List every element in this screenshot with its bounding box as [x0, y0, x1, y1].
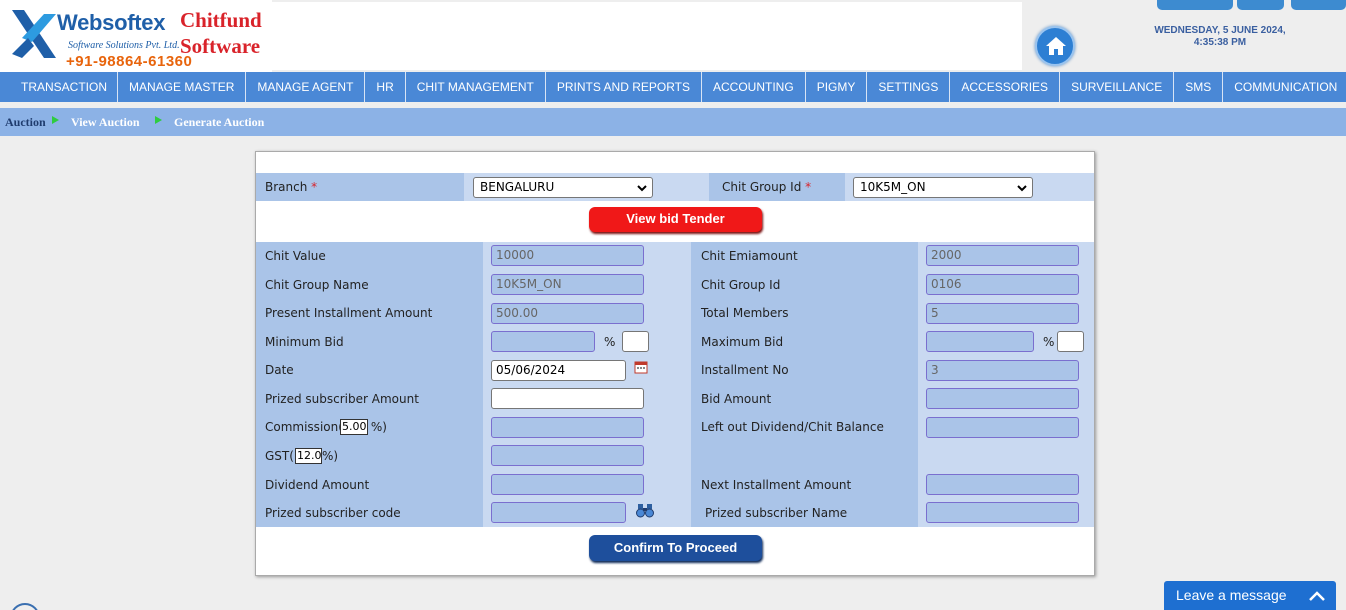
home-button[interactable] [1035, 26, 1075, 66]
view-bid-tender-button[interactable]: View bid Tender [589, 207, 762, 232]
nav-transaction[interactable]: TRANSACTION [0, 72, 119, 102]
nav-manage-agent[interactable]: MANAGE AGENT [246, 72, 366, 102]
bid-amount-field[interactable] [926, 388, 1079, 409]
top-tab-3[interactable] [1291, 0, 1346, 10]
chit-group-name-field[interactable]: 10K5M_ON [491, 274, 644, 295]
next-installment-label: Next Installment Amount [701, 478, 852, 492]
chit-value-field[interactable]: 10000 [491, 245, 644, 266]
chat-label: Leave a message [1176, 587, 1287, 603]
leave-message-chat-button[interactable]: Leave a message [1164, 581, 1336, 610]
branch-label: Branch * [265, 180, 318, 194]
prized-subscriber-amount-field[interactable] [491, 388, 644, 409]
logo-mark-icon [12, 10, 56, 58]
date-field[interactable]: 05/06/2024 [491, 360, 626, 381]
breadcrumb-arrow-icon [155, 116, 162, 124]
home-icon [1046, 37, 1066, 55]
binoculars-search-icon[interactable] [636, 502, 654, 518]
logo-phone: +91-98864-61360 [66, 53, 193, 70]
chit-group-id-label: Chit Group Id * [722, 180, 812, 194]
main-nav: TRANSACTION MANAGE MASTER MANAGE AGENT H… [0, 72, 1346, 102]
nav-accessories[interactable]: ACCESSORIES [950, 72, 1061, 102]
installment-no-field[interactable]: 3 [926, 360, 1079, 381]
brand-line-2: Software [180, 34, 261, 58]
present-installment-label: Present Installment Amount [265, 306, 433, 320]
commission-label: Commission(%) [265, 420, 387, 434]
top-tab-1[interactable] [1157, 0, 1233, 10]
breadcrumb: Auction View Auction Generate Auction [0, 108, 1346, 136]
chit-group-id-field[interactable]: 0106 [926, 274, 1079, 295]
chit-emiamount-label: Chit Emiamount [701, 249, 798, 263]
nav-chit-management[interactable]: CHIT MANAGEMENT [406, 72, 546, 102]
confirm-to-proceed-button[interactable]: Confirm To Proceed [589, 535, 762, 561]
date-label: Date [265, 363, 294, 377]
breadcrumb-auction[interactable]: Auction [5, 115, 46, 130]
total-members-field[interactable]: 5 [926, 303, 1079, 324]
left-out-dividend-field[interactable] [926, 417, 1079, 438]
header: Websoftex Software Solutions Pvt. Ltd. +… [0, 0, 1346, 72]
header-banner [272, 2, 1022, 70]
prized-subscriber-code-field[interactable] [491, 502, 626, 523]
chit-emiamount-field[interactable]: 2000 [926, 245, 1079, 266]
maximum-bid-percent-sign: % [1043, 335, 1055, 349]
nav-sms[interactable]: SMS [1174, 72, 1224, 102]
maximum-bid-label: Maximum Bid [701, 335, 784, 349]
dividend-amount-field[interactable] [491, 474, 644, 495]
left-out-dividend-label: Left out Dividend/Chit Balance [701, 420, 884, 434]
minimum-bid-field[interactable] [491, 331, 595, 352]
branch-select[interactable]: BENGALURU [473, 177, 653, 198]
commission-rate-input[interactable]: 5.00 [340, 419, 368, 435]
total-members-label: Total Members [701, 306, 789, 320]
maximum-bid-field[interactable] [926, 331, 1034, 352]
calendar-icon[interactable] [634, 360, 648, 374]
nav-hr[interactable]: HR [365, 72, 406, 102]
corner-widget[interactable] [10, 603, 40, 610]
nav-accounting[interactable]: ACCOUNTING [702, 72, 806, 102]
top-tab-2[interactable] [1237, 0, 1284, 10]
minimum-bid-percent-input[interactable] [622, 331, 649, 352]
nav-communication[interactable]: COMMUNICATION [1223, 72, 1346, 102]
maximum-bid-percent-input[interactable] [1057, 331, 1084, 352]
nav-pigmy[interactable]: PIGMY [806, 72, 868, 102]
nav-surveillance[interactable]: SURVEILLANCE [1060, 72, 1175, 102]
breadcrumb-arrow-icon [52, 116, 59, 124]
commission-field[interactable] [491, 417, 644, 438]
nav-prints-and-reports[interactable]: PRINTS AND REPORTS [546, 72, 703, 102]
chit-group-id-select[interactable]: 10K5M_ON [853, 177, 1033, 198]
prized-subscriber-code-label: Prized subscriber code [265, 506, 401, 520]
next-installment-field[interactable] [926, 474, 1079, 495]
gst-field[interactable] [491, 445, 644, 466]
nav-settings[interactable]: SETTINGS [867, 72, 951, 102]
current-time: 4:35:38 PM [1193, 37, 1247, 48]
chevron-up-icon [1309, 591, 1325, 601]
date-time: WEDNESDAY, 5 JUNE 2024, 4:35:38 PM [1140, 25, 1300, 49]
breadcrumb-generate-auction[interactable]: Generate Auction [174, 115, 264, 130]
logo-name: Websoftex [57, 10, 166, 35]
installment-no-label: Installment No [701, 363, 789, 377]
chit-value-label: Chit Value [265, 249, 326, 263]
chit-group-id-detail-label: Chit Group Id [701, 278, 781, 292]
breadcrumb-view-auction[interactable]: View Auction [71, 115, 140, 130]
auction-form-panel: Branch * BENGALURU Chit Group Id * 10K5M… [255, 151, 1095, 576]
dividend-amount-label: Dividend Amount [265, 478, 370, 492]
nav-manage-master[interactable]: MANAGE MASTER [118, 72, 247, 102]
brand-line-1: Chitfund [180, 8, 262, 32]
current-date: WEDNESDAY, 5 JUNE 2024, [1154, 25, 1286, 36]
prized-subscriber-amount-label: Prized subscriber Amount [265, 392, 419, 406]
prized-subscriber-name-label: Prized subscriber Name [705, 506, 848, 520]
gst-rate-input[interactable]: 12.0 [295, 448, 322, 464]
logo-subtitle: Software Solutions Pvt. Ltd. [68, 40, 180, 51]
chit-group-name-label: Chit Group Name [265, 278, 369, 292]
chevron-down-icon [637, 185, 647, 192]
prized-subscriber-name-field[interactable] [926, 502, 1079, 523]
minimum-bid-label: Minimum Bid [265, 335, 344, 349]
present-installment-field[interactable]: 500.00 [491, 303, 644, 324]
logo[interactable]: Websoftex Software Solutions Pvt. Ltd. +… [0, 0, 272, 72]
chevron-down-icon [1017, 185, 1027, 192]
bid-amount-label: Bid Amount [701, 392, 772, 406]
minimum-bid-percent-sign: % [604, 335, 616, 349]
